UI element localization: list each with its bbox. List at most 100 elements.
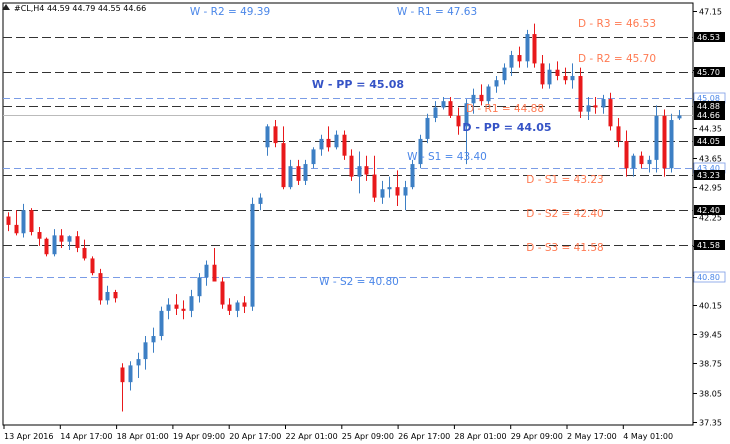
x-tick-label-7: 26 Apr 17:00: [398, 432, 450, 441]
candle-body: [14, 224, 19, 234]
candle-body: [570, 76, 575, 81]
level-label-10: D - S3 = 41.58: [526, 242, 603, 254]
candle-body: [204, 264, 209, 278]
x-tick-label-3: 19 Apr 09:00: [173, 432, 225, 441]
level-label-3: D - R2 = 45.70: [578, 53, 656, 65]
candle-body: [647, 159, 652, 165]
candle-body: [387, 187, 392, 190]
candle-body: [525, 34, 530, 62]
level-tag-10: 41.58: [697, 241, 720, 250]
x-tick-label-6: 25 Apr 09:00: [342, 432, 394, 441]
candle-body: [563, 76, 568, 81]
level-label-9: D - S2 = 42.40: [526, 208, 603, 220]
candle-body: [425, 117, 430, 139]
candle-5: [44, 237, 49, 257]
candle-body: [212, 264, 217, 282]
candle-body: [677, 115, 682, 119]
x-tick-label-11: 4 May 01:00: [623, 432, 673, 441]
candle-body: [372, 174, 377, 198]
level-label-5: D - R1 = 44.88: [466, 103, 544, 115]
candle-3: [29, 208, 34, 236]
candle-body: [227, 304, 232, 311]
candle-body: [128, 365, 133, 383]
candle-body: [662, 115, 667, 169]
candle-body: [250, 203, 255, 307]
candle-body: [181, 308, 186, 311]
candle-11: [90, 256, 95, 276]
candle-body: [189, 296, 194, 311]
candle-body: [616, 126, 621, 142]
candle-body: [220, 281, 225, 305]
candle-body: [586, 105, 591, 112]
candle-body: [235, 302, 240, 311]
candle-body: [120, 367, 125, 383]
x-tick-label-0: 13 Apr 2016: [4, 432, 53, 441]
candle-body: [166, 304, 171, 311]
candle-12: [98, 268, 103, 305]
candle-body: [471, 94, 476, 104]
level-tag-3: 45.70: [697, 68, 720, 77]
candle-body: [258, 197, 263, 204]
y-tick-label-13: 37.35: [699, 419, 722, 428]
level-tag-9: 42.40: [697, 206, 720, 215]
candle-body: [517, 55, 522, 62]
level-label-8: D - S1 = 43.23: [526, 174, 603, 186]
candle-body: [639, 155, 644, 165]
level-tag-2: 46.53: [697, 33, 720, 42]
x-tick-label-2: 18 Apr 01:00: [117, 432, 169, 441]
candle-body: [159, 310, 164, 337]
candle-body: [136, 359, 141, 366]
candle-body: [441, 101, 446, 108]
candle-body: [380, 189, 385, 198]
y-tick-label-5: 42.95: [699, 184, 722, 193]
candle-body: [334, 134, 339, 148]
x-tick-label-5: 22 Apr 01:00: [286, 432, 338, 441]
candle-body: [326, 138, 331, 148]
y-tick-label-9: 40.15: [699, 302, 722, 311]
candle-body: [319, 138, 324, 150]
candle-body: [509, 55, 514, 68]
candle-body: [364, 166, 369, 175]
level-tag-6: 44.05: [697, 137, 720, 146]
candle-body: [395, 187, 400, 196]
candle-body: [349, 155, 354, 177]
candle-body: [532, 34, 537, 64]
candle-28: [220, 277, 225, 309]
candle-body: [44, 238, 49, 255]
candle-87: [669, 113, 674, 173]
chart-header: #CL,H4 44.59 44.79 44.55 44.66: [14, 4, 146, 13]
level-label-2: D - R3 = 46.53: [578, 18, 656, 30]
candle-body: [98, 273, 103, 301]
candle-body: [403, 187, 408, 196]
candle-body: [82, 247, 87, 259]
candle-44: [342, 130, 347, 160]
candle-body: [281, 143, 286, 188]
x-tick-label-9: 29 Apr 09:00: [511, 432, 563, 441]
candle-body: [448, 101, 453, 116]
candle-body: [578, 76, 583, 112]
level-label-1: W - R1 = 47.63: [397, 6, 477, 18]
x-tick-label-4: 20 Apr 17:00: [229, 432, 281, 441]
y-tick-label-4: 43.65: [699, 155, 722, 164]
candle-body: [608, 99, 613, 127]
candle-86: [662, 109, 667, 177]
level-label-6: D - PP = 44.05: [462, 121, 551, 134]
candlestick-chart-svg: W - R2 = 49.39 W - R1 = 47.63 D - R3 = 46.…: [0, 0, 730, 444]
candle-body: [273, 126, 278, 144]
candle-body: [669, 120, 674, 169]
candle-body: [288, 166, 293, 188]
candle-body: [75, 236, 80, 248]
candle-body: [631, 155, 636, 169]
level-label-4: W - PP = 45.08: [312, 78, 404, 91]
candle-body: [59, 235, 64, 242]
candle-body: [494, 80, 499, 87]
candle-body: [90, 258, 95, 274]
x-tick-label-10: 2 May 17:00: [567, 432, 617, 441]
candle-55: [425, 113, 430, 144]
price-chart[interactable]: W - R2 = 49.39 W - R1 = 47.63 D - R3 = 46.…: [0, 0, 730, 444]
x-tick-label-8: 28 Apr 01:00: [454, 432, 506, 441]
candle-body: [486, 86, 491, 102]
candle-body: [433, 107, 438, 118]
candle-32: [250, 197, 255, 311]
candle-body: [6, 216, 11, 225]
